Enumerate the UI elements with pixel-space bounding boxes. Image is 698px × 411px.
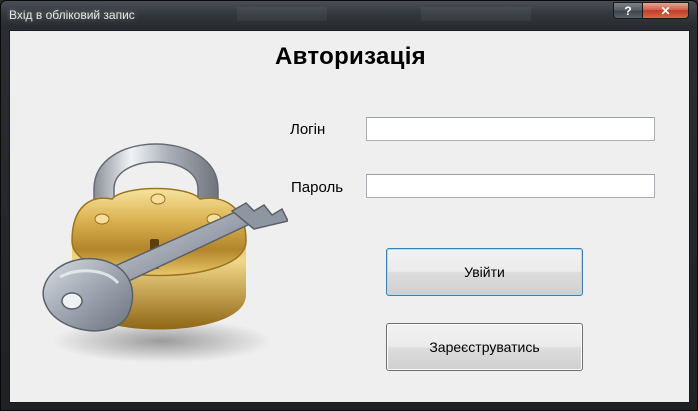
login-input[interactable] — [366, 117, 655, 141]
title-bar[interactable]: Вхід в обліковий запис ? ✕ — [1, 1, 697, 29]
register-button[interactable]: Зареєструватись — [386, 323, 583, 371]
help-icon: ? — [624, 3, 632, 18]
login-label: Логін — [290, 121, 326, 138]
page-title: Авторизація — [275, 43, 426, 70]
login-button[interactable]: Увійти — [386, 248, 583, 296]
close-icon: ✕ — [660, 3, 671, 18]
password-label: Пароль — [291, 179, 344, 196]
close-button[interactable]: ✕ — [642, 2, 689, 19]
padlock-with-key-icon — [42, 143, 288, 363]
background-reflection — [421, 7, 531, 21]
window-title: Вхід в обліковий запис — [9, 8, 135, 22]
login-window: Вхід в обліковий запис ? ✕ Авторизація Л… — [0, 0, 698, 411]
form-area: Авторизація Логін Пароль Увійти Зареєстр… — [9, 30, 690, 403]
background-reflection — [237, 7, 327, 21]
password-input[interactable] — [366, 174, 655, 198]
help-button[interactable]: ? — [613, 2, 643, 19]
